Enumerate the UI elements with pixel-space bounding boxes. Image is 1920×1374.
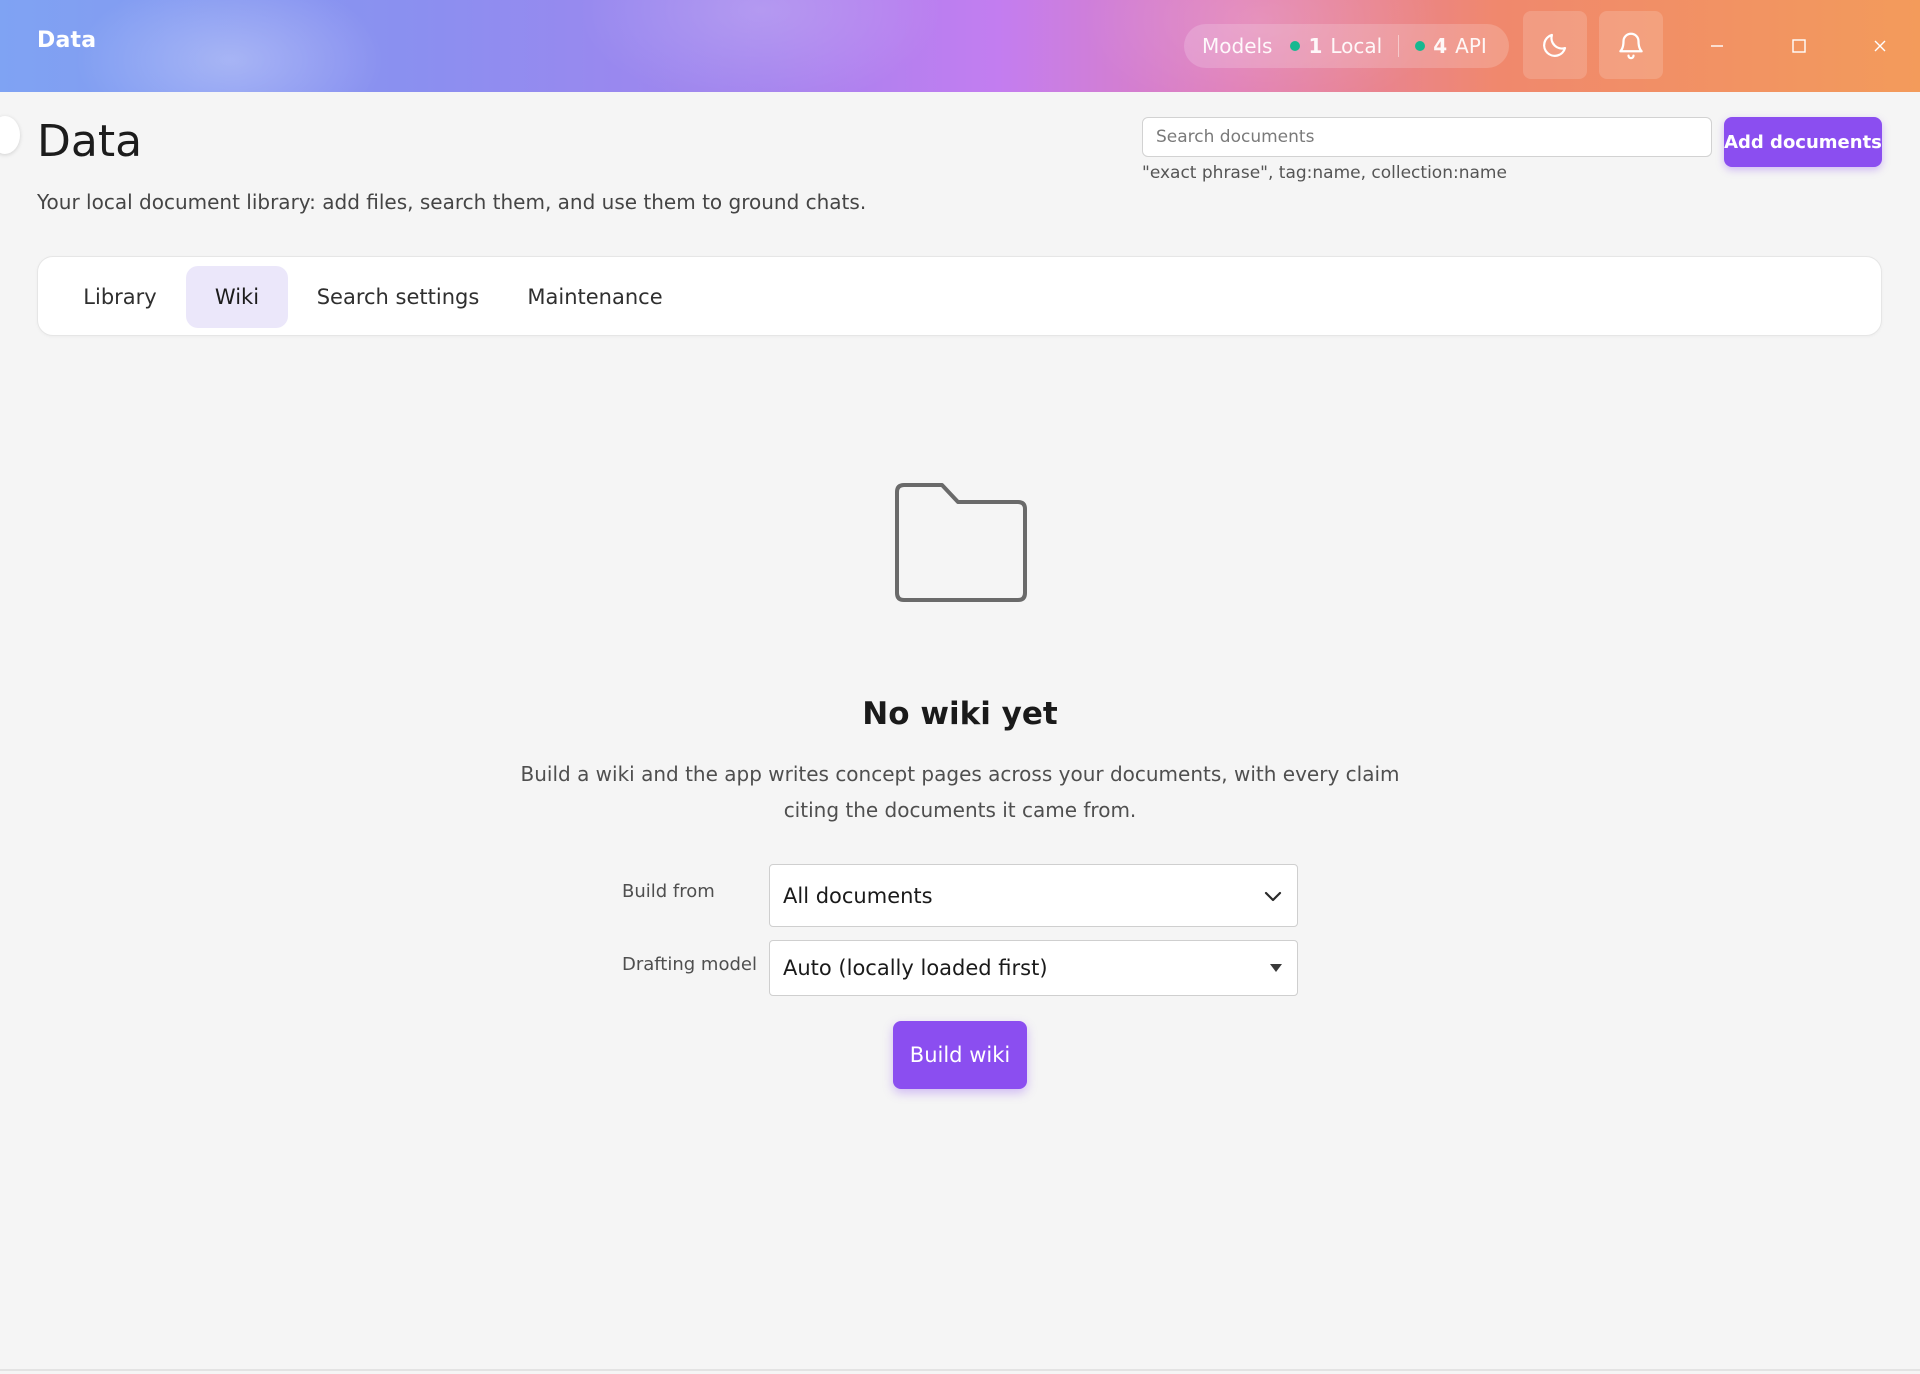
search-input[interactable] — [1142, 117, 1712, 157]
api-label: API — [1455, 34, 1487, 58]
close-button[interactable] — [1862, 28, 1898, 64]
maximize-button[interactable] — [1781, 28, 1817, 64]
maximize-icon — [1792, 39, 1806, 53]
tab-bar: Library Wiki Search settings Maintenance — [37, 256, 1882, 336]
search-hint: "exact phrase", tag:name, collection:nam… — [1142, 163, 1507, 183]
bell-icon — [1619, 32, 1643, 60]
api-count: 4 — [1433, 34, 1448, 58]
bottom-divider — [0, 1369, 1920, 1371]
notifications-button[interactable] — [1599, 11, 1663, 79]
minimize-icon — [1711, 45, 1723, 47]
tab-search-settings[interactable]: Search settings — [303, 266, 493, 328]
moon-icon — [1543, 33, 1567, 57]
theme-toggle-button[interactable] — [1523, 11, 1587, 79]
api-status-dot — [1415, 41, 1426, 51]
tab-maintenance[interactable]: Maintenance — [505, 266, 685, 328]
tab-wiki[interactable]: Wiki — [186, 266, 288, 328]
empty-state-title: No wiki yet — [862, 696, 1058, 732]
window-title: Data — [37, 28, 97, 53]
empty-state-description: Build a wiki and the app writes concept … — [520, 756, 1400, 828]
pill-divider — [1398, 35, 1400, 57]
drafting-model-select[interactable]: Auto (locally loaded first) — [769, 940, 1298, 996]
title-bar: Data Models 1 Local 4 API — [0, 0, 1920, 92]
add-documents-button[interactable]: Add documents — [1724, 117, 1882, 167]
minimize-button[interactable] — [1699, 28, 1735, 64]
folder-icon — [895, 483, 1027, 602]
models-label: Models — [1202, 34, 1273, 58]
close-icon — [1874, 40, 1886, 52]
empty-state-description-line-1: Build a wiki and the app writes concept … — [520, 762, 1400, 786]
sidebar-toggle-handle[interactable] — [0, 116, 20, 154]
caret-down-icon — [1270, 964, 1282, 972]
tab-library[interactable]: Library — [68, 266, 172, 328]
local-label: Local — [1330, 34, 1383, 58]
build-from-label: Build from — [622, 881, 715, 902]
page-title: Data — [37, 116, 143, 167]
build-from-value: All documents — [783, 883, 933, 908]
local-count: 1 — [1308, 34, 1323, 58]
page-subtitle: Your local document library: add files, … — [37, 190, 867, 214]
models-status-pill[interactable]: Models 1 Local 4 API — [1184, 24, 1509, 68]
build-wiki-button[interactable]: Build wiki — [893, 1021, 1027, 1089]
local-status-dot — [1290, 41, 1301, 51]
empty-state-description-line-2: citing the documents it came from. — [783, 798, 1137, 822]
drafting-model-value: Auto (locally loaded first) — [783, 956, 1048, 980]
build-from-select[interactable]: All documents — [769, 864, 1298, 927]
drafting-model-label: Drafting model — [622, 954, 757, 975]
chevron-down-icon — [1264, 891, 1282, 901]
